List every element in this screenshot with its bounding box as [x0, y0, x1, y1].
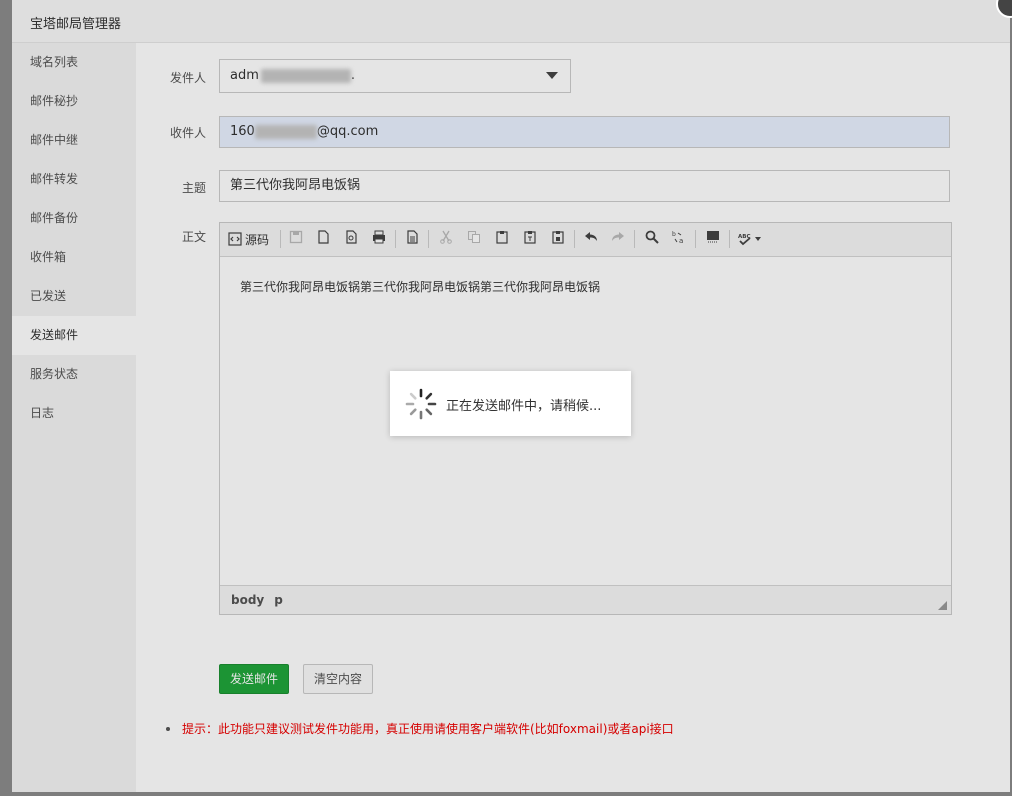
loading-dialog: 正在发送邮件中，请稍候...: [390, 371, 631, 436]
loading-spinner-icon: [405, 388, 437, 420]
loading-text: 正在发送邮件中，请稍候...: [446, 399, 602, 414]
